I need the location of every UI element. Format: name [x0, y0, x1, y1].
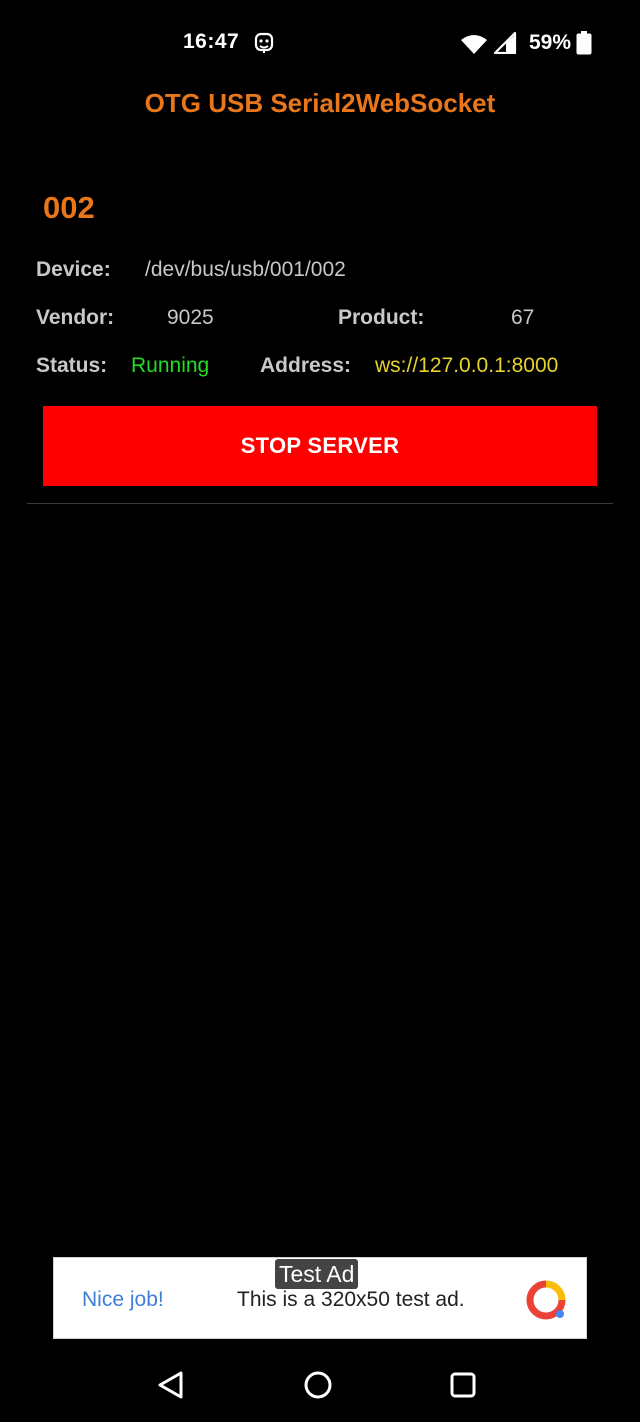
address-label: Address: — [260, 354, 352, 377]
app-title: OTG USB Serial2WebSocket — [144, 88, 496, 118]
recents-icon[interactable] — [449, 1371, 477, 1399]
ad-nice-job-text: Nice job! — [82, 1288, 164, 1311]
status-label: Status: — [36, 354, 108, 377]
home-icon[interactable] — [302, 1369, 334, 1401]
vendor-label: Vendor: — [36, 306, 115, 329]
notification-icon — [254, 32, 274, 53]
vendor-value: 9025 — [167, 306, 214, 329]
device-path-value: /dev/bus/usb/001/002 — [145, 258, 346, 281]
battery-percent: 59% — [529, 31, 572, 54]
back-icon[interactable] — [156, 1370, 186, 1400]
ad-text: This is a 320x50 test ad. — [237, 1288, 465, 1311]
wifi-icon — [461, 35, 487, 54]
status-bar: 16:47 59% — [0, 0, 640, 88]
status-time: 16:47 — [183, 30, 240, 53]
stop-server-button[interactable]: STOP SERVER — [43, 406, 597, 486]
device-name: 002 — [43, 190, 95, 225]
ad-logo-icon — [526, 1280, 566, 1320]
battery-icon — [576, 31, 592, 55]
address-value: ws://127.0.0.1:8000 — [375, 354, 559, 377]
product-value: 67 — [511, 306, 535, 329]
device-label: Device: — [36, 258, 111, 281]
product-label: Product: — [338, 306, 425, 329]
signal-icon — [493, 32, 517, 54]
test-ad-badge: Test Ad — [275, 1259, 359, 1289]
divider — [27, 503, 613, 504]
status-value: Running — [131, 354, 210, 377]
